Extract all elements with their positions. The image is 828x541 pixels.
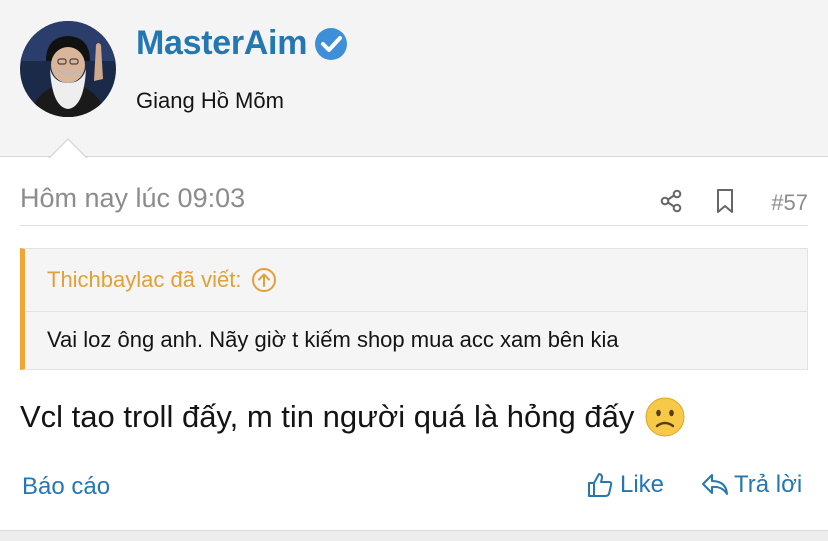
reply-arrow-icon	[702, 474, 728, 495]
thumbs-up-icon	[588, 473, 613, 497]
user-title: Giang Hồ Mõm	[136, 88, 284, 113]
quote-divider	[25, 311, 807, 312]
avatar[interactable]	[20, 21, 116, 117]
like-button[interactable]: Like	[586, 471, 664, 499]
post-number[interactable]: #57	[771, 190, 808, 216]
report-link[interactable]: Báo cáo	[22, 473, 110, 501]
verified-badge-icon	[315, 27, 348, 60]
quote-text: Vai loz ông anh. Nãy giờ t kiếm shop mua…	[47, 327, 619, 352]
like-label: Like	[620, 471, 665, 498]
username-row: MasterAim	[136, 24, 349, 63]
post-message: Vcl tao troll đấy, m tin người quá là hỏ…	[20, 396, 686, 438]
post-meta-row: Hôm nay lúc 09:03 #57	[20, 180, 808, 226]
bookmark-icon[interactable]	[712, 187, 738, 215]
arrow-up-circle-icon[interactable]	[251, 267, 277, 293]
reply-button[interactable]: Trả lời	[700, 471, 802, 499]
post-timestamp[interactable]: Hôm nay lúc 09:03	[20, 183, 245, 214]
quote-block: Thichbaylac đã viết: Vai loz ông anh. Nã…	[20, 248, 808, 370]
reply-label: Trả lời	[734, 471, 803, 498]
post-author-header: MasterAim Giang Hồ Mõm	[0, 0, 828, 157]
slightly-frowning-face-icon	[645, 397, 685, 437]
post-message-text: Vcl tao troll đấy, m tin người quá là hỏ…	[20, 399, 635, 434]
header-pointer-fill	[50, 140, 86, 158]
username-link[interactable]: MasterAim	[136, 24, 307, 63]
quote-author-label: Thichbaylac đã viết:	[47, 267, 242, 292]
share-icon[interactable]	[658, 188, 684, 214]
quote-header[interactable]: Thichbaylac đã viết:	[47, 267, 277, 293]
post-actions-bar: Báo cáo Like Trả lời	[0, 465, 828, 515]
next-post-divider	[0, 530, 828, 541]
